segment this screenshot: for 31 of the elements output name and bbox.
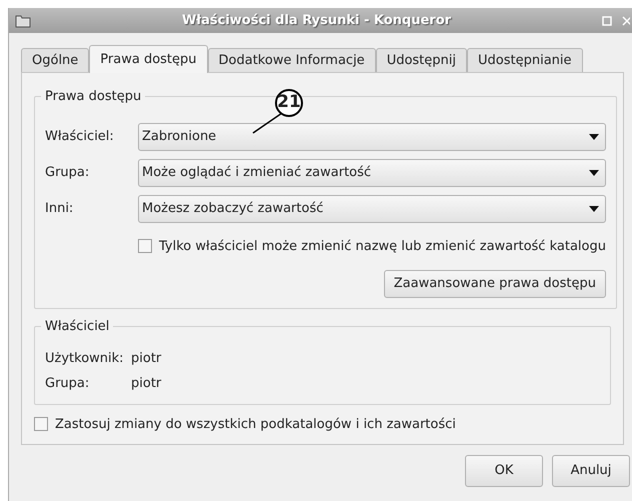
tab[interactable]: Dodatkowe Informacje: [208, 48, 376, 73]
field-value: piotr: [131, 350, 162, 368]
tab[interactable]: Udostępnianie: [467, 48, 583, 73]
caret-icon: [588, 134, 599, 140]
dialog-button[interactable]: OK: [465, 455, 543, 487]
maximize-icon[interactable]: [602, 16, 612, 26]
checkbox[interactable]: [138, 239, 152, 254]
close-icon[interactable]: [622, 16, 630, 26]
tab[interactable]: Prawa dostępu: [89, 45, 208, 73]
group-title: Właściciel: [44, 318, 110, 336]
caret-icon: [588, 206, 599, 212]
dropdown[interactable]: Zabronione: [138, 122, 606, 150]
checkbox[interactable]: [34, 417, 48, 432]
checkbox-label: Zastosuj zmiany do wszystkich podkatalogów i ich zawartości: [55, 416, 456, 434]
advanced-permissions-button[interactable]: Zaawansowane prawa dostępu: [384, 270, 606, 298]
caret-icon: [588, 170, 599, 176]
dropdown[interactable]: Możesz zobaczyć zawartość: [138, 194, 606, 222]
tab[interactable]: Udostępnij: [376, 48, 467, 73]
dropdown[interactable]: Może oglądać i zmieniać zawartość: [138, 158, 606, 186]
field-label: Inni:: [45, 200, 74, 218]
field-label: Grupa:: [45, 164, 90, 182]
tab[interactable]: Ogólne: [21, 48, 90, 73]
field-label: Właściciel:: [45, 128, 115, 146]
field-value: piotr: [131, 375, 162, 393]
checkbox-label: Tylko właściciel może zmienić nazwę lub zmienić zawartość katalogu: [159, 238, 606, 256]
folder-icon: [15, 14, 31, 28]
window-title: Właściwości dla Rysunki - Konqueror: [180, 12, 452, 30]
group-title: Prawa dostępu: [44, 88, 142, 106]
dialog-button[interactable]: Anuluj: [552, 455, 630, 487]
field-label: Grupa:: [45, 375, 90, 393]
field-label: Użytkownik:: [45, 350, 125, 368]
